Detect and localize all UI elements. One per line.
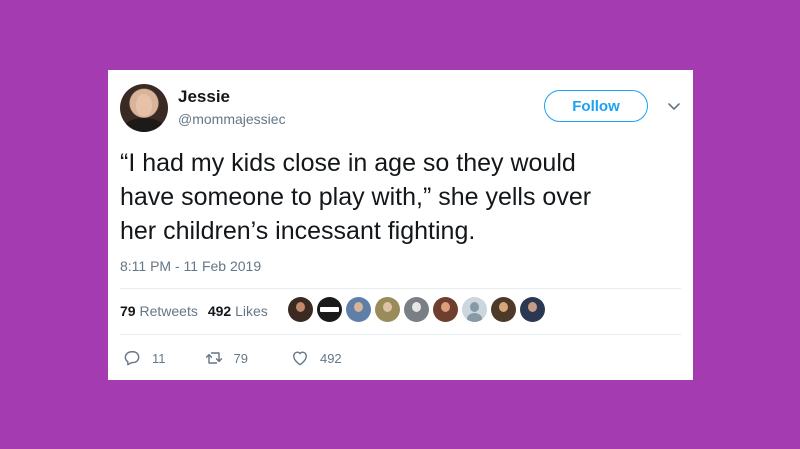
follow-button[interactable]: Follow (544, 90, 648, 122)
avatar-face-icon (320, 307, 339, 312)
divider-bottom (120, 334, 681, 335)
avatar-face-icon (528, 302, 537, 312)
avatar-face-icon (441, 302, 450, 312)
follow-button-label: Follow (572, 97, 620, 115)
tweet-actions: 11 79 492 (120, 348, 342, 368)
likes-count: 492 (207, 303, 232, 319)
liker-avatar[interactable] (404, 297, 429, 322)
chevron-down-icon[interactable] (666, 98, 682, 114)
engagement-stats: 79 Retweets 492 Likes (120, 303, 268, 319)
tweet-timestamp[interactable]: 8:11 PM - 11 Feb 2019 (120, 258, 261, 274)
liker-avatar[interactable] (288, 297, 313, 322)
avatar-face (136, 94, 152, 116)
avatar-face-icon (412, 302, 421, 312)
divider-top (120, 288, 681, 289)
likes-stat[interactable]: 492 Likes (208, 303, 268, 319)
retweets-label: Retweets (139, 303, 198, 319)
tweet-text: “I had my kids close in age so they woul… (120, 149, 592, 245)
retweet-action[interactable]: 79 (204, 348, 248, 368)
avatar-face-icon (499, 302, 508, 312)
liker-avatar[interactable] (520, 297, 545, 322)
liker-avatar[interactable] (375, 297, 400, 322)
heart-icon (293, 351, 307, 366)
liker-avatar[interactable] (491, 297, 516, 322)
liker-avatar[interactable] (462, 297, 487, 322)
default-avatar-body (467, 313, 482, 322)
retweets-count: 79 (120, 303, 136, 319)
retweets-stat[interactable]: 79 Retweets (120, 303, 198, 319)
avatar-face-icon (296, 302, 305, 312)
reply-action[interactable]: 11 (122, 348, 166, 368)
liker-avatar[interactable] (433, 297, 458, 322)
author-name[interactable]: Jessie (178, 87, 230, 107)
reply-icon (124, 351, 140, 366)
retweet-icon (205, 352, 222, 364)
avatar-face-icon (383, 302, 392, 312)
liker-stamp-logo[interactable] (317, 297, 342, 322)
default-avatar-icon (470, 302, 479, 312)
retweet-count: 79 (233, 350, 248, 366)
avatar-face-icon (354, 302, 363, 312)
like-count: 492 (319, 350, 342, 366)
reply-count: 11 (152, 350, 166, 366)
tweet-card: Jessie @mommajessiec Follow “I had my ki… (108, 70, 693, 380)
author-handle[interactable]: @mommajessiec (178, 111, 286, 127)
liker-avatars (288, 297, 545, 322)
like-action[interactable]: 492 (290, 348, 342, 368)
author-avatar[interactable] (120, 84, 168, 132)
likes-label: Likes (235, 303, 268, 319)
avatar-shirt (124, 118, 164, 132)
liker-avatar[interactable] (346, 297, 371, 322)
